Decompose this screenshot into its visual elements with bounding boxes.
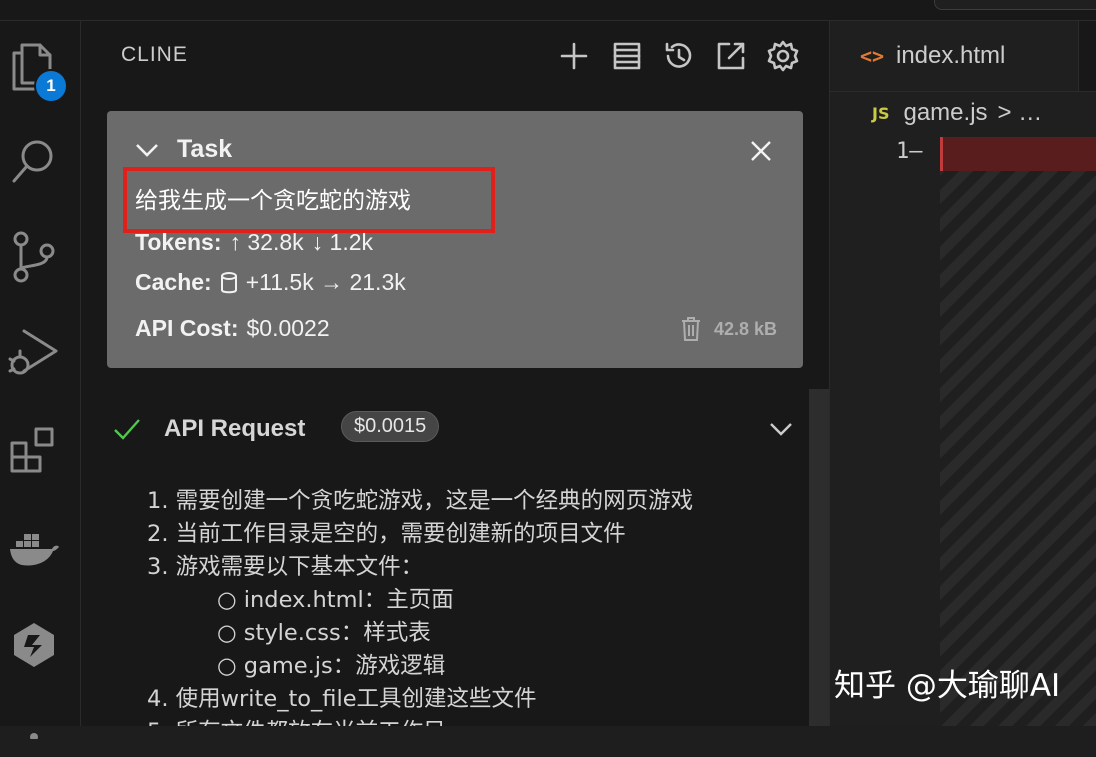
- more-icon[interactable]: [6, 701, 62, 757]
- check-icon: [114, 419, 140, 440]
- line-number: 1—: [896, 139, 923, 164]
- close-icon[interactable]: [747, 137, 775, 165]
- run-debug-icon[interactable]: [6, 325, 62, 381]
- cline-sidebar: CLINE Task Tokens: ↑ 32.8k ↓ 1.2k 给我生成一个…: [81, 21, 829, 726]
- list-item: 4. 使用write_to_file工具创建这些文件: [147, 686, 537, 712]
- cline-icon[interactable]: [6, 617, 62, 673]
- list-item: ○ style.css：样式表: [217, 620, 431, 646]
- tab-bar: <> index.html: [830, 21, 1096, 92]
- task-label: Task: [177, 135, 233, 163]
- task-header[interactable]: Task: [135, 135, 232, 164]
- breadcrumb-file: game.js: [903, 99, 988, 126]
- tab-label: index.html: [896, 42, 1006, 69]
- scrollbar[interactable]: [809, 389, 829, 726]
- settings-icon[interactable]: [763, 36, 803, 76]
- cache-value: +11.5k → 21.3k: [245, 269, 406, 295]
- task-size: 42.8 kB: [680, 316, 777, 342]
- api-request-row[interactable]: API Request $0.0015: [111, 409, 801, 449]
- breadcrumb[interactable]: JS game.js > …: [872, 99, 1042, 127]
- deleted-line: [940, 137, 1096, 171]
- api-request-cost: $0.0015: [341, 411, 440, 442]
- search-icon[interactable]: [6, 133, 62, 189]
- database-icon: [220, 271, 237, 293]
- task-size-value: 42.8 kB: [713, 318, 777, 339]
- list-item: 1. 需要创建一个贪吃蛇游戏，这是一个经典的网页游戏: [147, 488, 694, 514]
- extensions-icon[interactable]: [6, 423, 62, 479]
- docker-icon[interactable]: [6, 521, 62, 577]
- tokens-stat: Tokens: ↑ 32.8k ↓ 1.2k: [135, 229, 373, 256]
- list-item: 3. 游戏需要以下基本文件：: [147, 554, 424, 580]
- chevron-down-icon[interactable]: [767, 415, 795, 443]
- list-item: ○ index.html：主页面: [217, 587, 454, 613]
- command-center[interactable]: [934, 0, 1096, 10]
- cache-label: Cache:: [135, 269, 212, 295]
- tokens-label: Tokens:: [135, 229, 222, 255]
- new-task-icon[interactable]: [554, 36, 594, 76]
- mcp-servers-icon[interactable]: [607, 36, 647, 76]
- tokens-out: ↓ 1.2k: [311, 229, 374, 255]
- html-file-icon: <>: [860, 44, 885, 68]
- source-control-icon[interactable]: [6, 229, 62, 285]
- trash-icon[interactable]: [680, 316, 702, 342]
- js-file-icon: JS: [872, 103, 890, 123]
- api-cost-stat: API Cost: $0.0022: [135, 315, 330, 342]
- editor-area: <> index.html JS game.js > … 1—: [829, 21, 1096, 726]
- list-item: 5. 所有文件都放在当前工作目: [147, 714, 446, 726]
- chevron-down-icon: [136, 143, 158, 157]
- sidebar-title: CLINE: [121, 43, 188, 66]
- tab-index-html[interactable]: <> index.html: [830, 21, 1079, 91]
- list-item: ○ game.js：游戏逻辑: [217, 653, 446, 679]
- tokens-in: ↑ 32.8k: [229, 229, 304, 255]
- watermark: 知乎 @大瑜聊AI: [834, 668, 1061, 704]
- activity-bar: 1: [0, 21, 81, 739]
- breadcrumb-rest: > …: [997, 99, 1043, 126]
- api-cost-value: $0.0022: [246, 315, 330, 341]
- cache-stat: Cache: +11.5k → 21.3k: [135, 269, 406, 296]
- popout-icon[interactable]: [711, 36, 751, 76]
- title-bar-strip: [0, 0, 1096, 21]
- list-item: 2. 当前工作目录是空的，需要创建新的项目文件: [147, 521, 626, 547]
- api-cost-label: API Cost:: [135, 315, 239, 341]
- diff-hatch: [940, 137, 1096, 726]
- explorer-badge: 1: [34, 69, 68, 103]
- history-icon[interactable]: [659, 36, 699, 76]
- api-request-title: API Request: [164, 415, 306, 442]
- highlight-box: [123, 167, 495, 233]
- task-card: Task Tokens: ↑ 32.8k ↓ 1.2k 给我生成一个贪吃蛇的游戏…: [107, 111, 803, 368]
